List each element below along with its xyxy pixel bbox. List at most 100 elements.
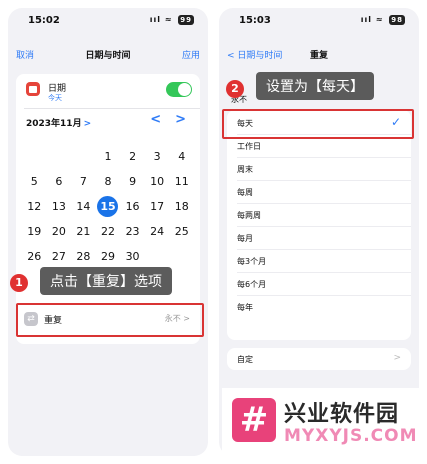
apply-button[interactable]: 应用 bbox=[182, 48, 200, 61]
calendar-day[interactable]: 6 bbox=[47, 169, 72, 194]
repeat-option[interactable]: 每3个月 bbox=[235, 250, 401, 272]
highlight-box bbox=[16, 303, 204, 337]
calendar-day-number: 26 bbox=[27, 250, 42, 263]
wifi-icon: ≈ bbox=[164, 15, 173, 24]
watermark: # 兴业软件园 MYXYJS.COM bbox=[222, 388, 422, 456]
calendar-day[interactable]: 20 bbox=[47, 219, 72, 244]
calendar-day[interactable]: 29 bbox=[96, 244, 121, 269]
battery-icon: 99 bbox=[178, 15, 194, 25]
chevron-right-icon: > bbox=[83, 119, 92, 129]
calendar-day-number: 17 bbox=[150, 200, 165, 213]
weekday-label bbox=[169, 132, 194, 144]
calendar-day[interactable]: 23 bbox=[120, 219, 145, 244]
calendar-day-number: 21 bbox=[76, 225, 91, 238]
repeat-options-list: 每天 ✓ 工作日 周末 每周 每两周 每月 每3个月 每6个月 每年 bbox=[227, 110, 411, 340]
page-title: 重复 bbox=[309, 51, 328, 61]
calendar-day-number: 9 bbox=[129, 175, 137, 188]
prev-month-button[interactable]: < bbox=[150, 112, 161, 127]
repeat-option[interactable]: 每月 bbox=[235, 227, 401, 249]
calendar-day-number: 7 bbox=[79, 175, 87, 188]
calendar-day[interactable]: 30 bbox=[120, 244, 145, 269]
calendar-day[interactable]: 12 bbox=[22, 194, 47, 219]
brand-name: 兴业软件园 bbox=[284, 402, 400, 427]
calendar-day[interactable]: 2 bbox=[120, 144, 145, 169]
status-icons: ııl ≈ 98 bbox=[361, 15, 405, 25]
battery-icon: 98 bbox=[389, 15, 405, 25]
calendar-day-number: 5 bbox=[30, 175, 38, 188]
calendar-day[interactable]: 14 bbox=[71, 194, 96, 219]
brand-logo-icon: # bbox=[232, 398, 276, 442]
custom-row[interactable]: 自定 > bbox=[227, 348, 411, 370]
repeat-option[interactable]: 每两周 bbox=[235, 204, 401, 226]
month-selector[interactable]: 2023年11月 > bbox=[26, 116, 91, 129]
wifi-icon: ≈ bbox=[375, 15, 384, 24]
repeat-option-label: 周末 bbox=[237, 165, 253, 174]
month-label: 2023年11月 bbox=[26, 119, 82, 129]
calendar-day[interactable]: 4 bbox=[169, 144, 194, 169]
repeat-option-label: 每周 bbox=[237, 188, 253, 197]
calendar-day-number: 16 bbox=[125, 200, 140, 213]
calendar-day[interactable]: 8 bbox=[96, 169, 121, 194]
calendar-day[interactable]: 27 bbox=[47, 244, 72, 269]
month-arrows: < > bbox=[136, 112, 186, 127]
calendar-day[interactable]: 10 bbox=[145, 169, 170, 194]
calendar-day[interactable]: 28 bbox=[71, 244, 96, 269]
annotation-badge: 2 bbox=[226, 80, 244, 98]
calendar-day[interactable]: 1 bbox=[96, 144, 121, 169]
calendar-day[interactable]: 22 bbox=[96, 219, 121, 244]
calendar-day-number: 24 bbox=[150, 225, 165, 238]
repeat-option[interactable]: 每周 bbox=[235, 181, 401, 203]
calendar-day-number: 12 bbox=[27, 200, 42, 213]
date-sub-label[interactable]: 今天 bbox=[48, 93, 62, 103]
repeat-option[interactable]: 每6个月 bbox=[235, 273, 401, 295]
calendar-day[interactable]: 3 bbox=[145, 144, 170, 169]
calendar-day-number: 15 bbox=[97, 196, 119, 217]
status-time: 15:03 bbox=[239, 15, 271, 26]
status-bar: 15:03 ııl ≈ 98 bbox=[219, 8, 419, 34]
calendar-empty-cell bbox=[145, 244, 170, 269]
calendar-day[interactable]: 19 bbox=[22, 219, 47, 244]
calendar-day[interactable]: 24 bbox=[145, 219, 170, 244]
next-month-button[interactable]: > bbox=[175, 112, 186, 127]
annotation-callout: 点击【重复】选项 bbox=[40, 267, 172, 295]
calendar-day[interactable]: 5 bbox=[22, 169, 47, 194]
calendar-day-number: 27 bbox=[51, 250, 66, 263]
calendar-empty-cell bbox=[169, 244, 194, 269]
date-toggle[interactable] bbox=[166, 82, 192, 97]
calendar-day-number: 18 bbox=[174, 200, 189, 213]
calendar-icon bbox=[26, 82, 40, 96]
status-time: 15:02 bbox=[28, 15, 60, 26]
calendar-day[interactable]: 18 bbox=[169, 194, 194, 219]
status-icons: ııl ≈ 99 bbox=[150, 15, 194, 25]
calendar-day-number: 25 bbox=[174, 225, 189, 238]
repeat-option[interactable]: 周末 bbox=[235, 158, 401, 180]
calendar-day[interactable]: 25 bbox=[169, 219, 194, 244]
left-phone-screen: 15:02 ııl ≈ 99 取消 日期与时间 应用 日期 今天 2023年11… bbox=[8, 8, 208, 456]
weekday-label bbox=[47, 132, 72, 144]
calendar-day-number: 8 bbox=[104, 175, 112, 188]
calendar-day[interactable]: 9 bbox=[120, 169, 145, 194]
repeat-option-label: 每月 bbox=[237, 234, 253, 243]
page-title: 日期与时间 bbox=[85, 51, 131, 61]
calendar-day-number: 14 bbox=[76, 200, 91, 213]
calendar-day[interactable]: 7 bbox=[71, 169, 96, 194]
calendar-day[interactable]: 16 bbox=[120, 194, 145, 219]
calendar-day[interactable]: 26 bbox=[22, 244, 47, 269]
calendar-day[interactable]: 17 bbox=[145, 194, 170, 219]
weekday-label bbox=[145, 132, 170, 144]
calendar-day-number: 10 bbox=[150, 175, 165, 188]
highlight-box bbox=[222, 109, 414, 139]
calendar-day-number: 3 bbox=[153, 150, 161, 163]
calendar-day-number: 20 bbox=[51, 225, 66, 238]
repeat-option-label: 每6个月 bbox=[237, 280, 267, 289]
annotation-badge: 1 bbox=[10, 274, 28, 292]
calendar-day[interactable]: 15 bbox=[96, 194, 121, 219]
calendar-day[interactable]: 21 bbox=[71, 219, 96, 244]
repeat-option[interactable]: 每年 bbox=[235, 296, 401, 318]
toggle-knob bbox=[178, 83, 191, 96]
calendar-day-number: 2 bbox=[129, 150, 137, 163]
calendar-day-number: 22 bbox=[100, 225, 115, 238]
calendar-day[interactable]: 11 bbox=[169, 169, 194, 194]
calendar-empty-cell bbox=[47, 144, 72, 169]
calendar-day[interactable]: 13 bbox=[47, 194, 72, 219]
